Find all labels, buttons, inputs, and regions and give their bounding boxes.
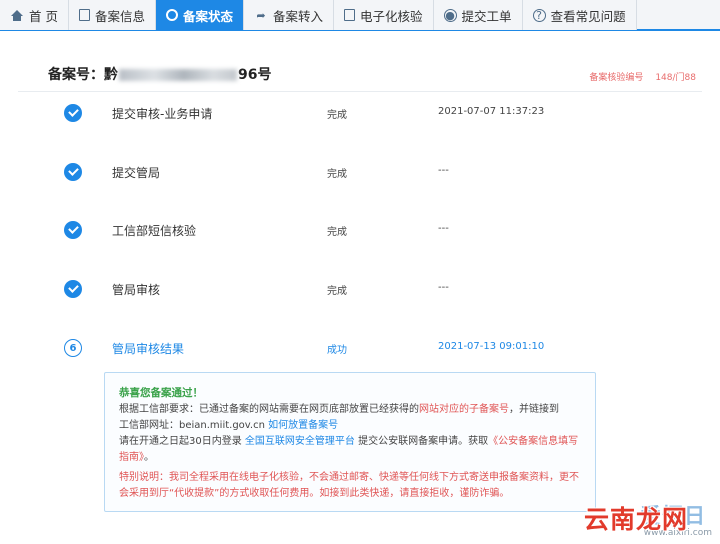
how-to-place-link[interactable]: 如何放置备案号 [268,420,338,431]
step-status: 完成 [327,286,347,297]
step-status: 完成 [327,227,347,238]
check-circle-icon [64,221,82,239]
redacted-blur [119,69,237,81]
tab-label: 电子化核验 [360,8,423,24]
step-status: 完成 [327,110,347,121]
notice-text: 。 [144,452,154,463]
tab-faq[interactable]: ? 查看常见问题 [522,0,637,30]
status-step: 提交管局 完成 --- [0,160,720,184]
approval-notice: 恭喜您备案通过！ 根据工信部要求：已通过备案的网站需要在网页底部放置已经获得的网… [104,372,596,512]
notice-line: 工信部网址：beian.miit.gov.cn 如何放置备案号 [119,418,581,434]
step-name: 管局审核结果 [112,342,185,356]
step-name: 工信部短信核验 [112,224,197,238]
step-name: 提交审核-业务申请 [112,107,213,121]
home-icon [10,8,24,22]
notice-line: 根据工信部要求：已通过备案的网站需要在网页底部放置已经获得的网站对应的子备案号，… [119,402,581,418]
verification-number: 备案核验编号 148/门88 [577,70,696,83]
step-name: 管局审核 [112,283,161,297]
special-note: 特别说明：我司全程采用在线电子化核验，不会通过邮寄、快递等任何线下方式寄送申报备… [119,472,579,499]
record-header: 备案号：黔 96号 备案核验编号 148/门88 [18,58,702,92]
watermark-red: 云南龙网 [584,505,689,534]
record-prefix: 备案号：黔 [48,67,118,83]
record-number: 备案号：黔 96号 [48,64,271,84]
question-icon: ? [532,8,546,22]
step-name: 提交管局 [112,166,161,180]
step-status: 成功 [327,345,347,356]
tab-e-verification[interactable]: 电子化核验 [334,0,434,30]
step-time: --- [438,165,449,176]
notice-text: 根据工信部要求：已通过备案的网站需要在网页底部放置已经获得的 [119,404,419,415]
verification-label: 备案核验编号 [589,73,644,83]
notice-highlight: 网站对应的子备案号 [419,404,509,415]
document-icon [78,9,90,21]
status-step: 工信部短信核验 完成 --- [0,218,720,242]
tab-label: 提交工单 [461,8,512,24]
verification-value: 148/门88 [655,73,696,83]
notice-text: 请在开通之日起30日内登录 [119,436,245,447]
arrow-right-icon: ➦ [256,8,266,22]
tab-submit-ticket[interactable]: ● 提交工单 [433,0,523,30]
clipboard-icon [344,9,356,21]
notice-title: 恭喜您备案通过！ [119,387,203,399]
tab-label: 备案信息 [94,8,145,24]
notice-line: 请在开通之日起30日内登录 全国互联网安全管理平台 提交公安联网备案申请。获取《… [119,434,581,466]
tab-label: 查看常见问题 [550,8,626,24]
notice-text: 提交公安联网备案申请。获取 [354,436,489,447]
tab-label: 首 页 [29,8,58,24]
status-step-current: 6 管局审核结果 成功 2021-07-13 09:01:10 [0,336,720,360]
user-icon: ● [443,8,457,22]
step-time: 2021-07-13 09:01:10 [438,341,545,352]
step-time: --- [438,223,449,234]
step-status: 完成 [327,169,347,180]
step-number-icon: 6 [64,339,82,357]
check-circle-icon [64,280,82,298]
status-step: 提交审核-业务申请 完成 2021-07-07 11:37:23 [0,101,720,125]
status-circle-icon [166,9,178,21]
tab-label: 备案状态 [183,8,234,24]
check-circle-icon [64,104,82,122]
record-suffix: 96号 [238,67,272,83]
tab-record-transfer[interactable]: ➦ 备案转入 [244,0,335,30]
status-step: 管局审核 完成 --- [0,277,720,301]
check-circle-icon [64,163,82,181]
step-time: --- [438,282,449,293]
tab-label: 备案转入 [273,8,324,24]
top-tab-bar: 首 页 备案信息 备案状态 ➦ 备案转入 电子化核验 ● 提交工单 ? 查看常见… [0,0,720,31]
step-time: 2021-07-07 11:37:23 [438,106,545,117]
security-platform-link[interactable]: 全国互联网安全管理平台 [245,436,355,447]
tab-record-info[interactable]: 备案信息 [68,0,156,30]
notice-text: 工信部网址：beian.miit.gov.cn [119,420,269,431]
tab-home[interactable]: 首 页 [0,0,69,30]
tab-record-status[interactable]: 备案状态 [156,0,245,30]
notice-text: ，并链接到 [509,404,559,415]
